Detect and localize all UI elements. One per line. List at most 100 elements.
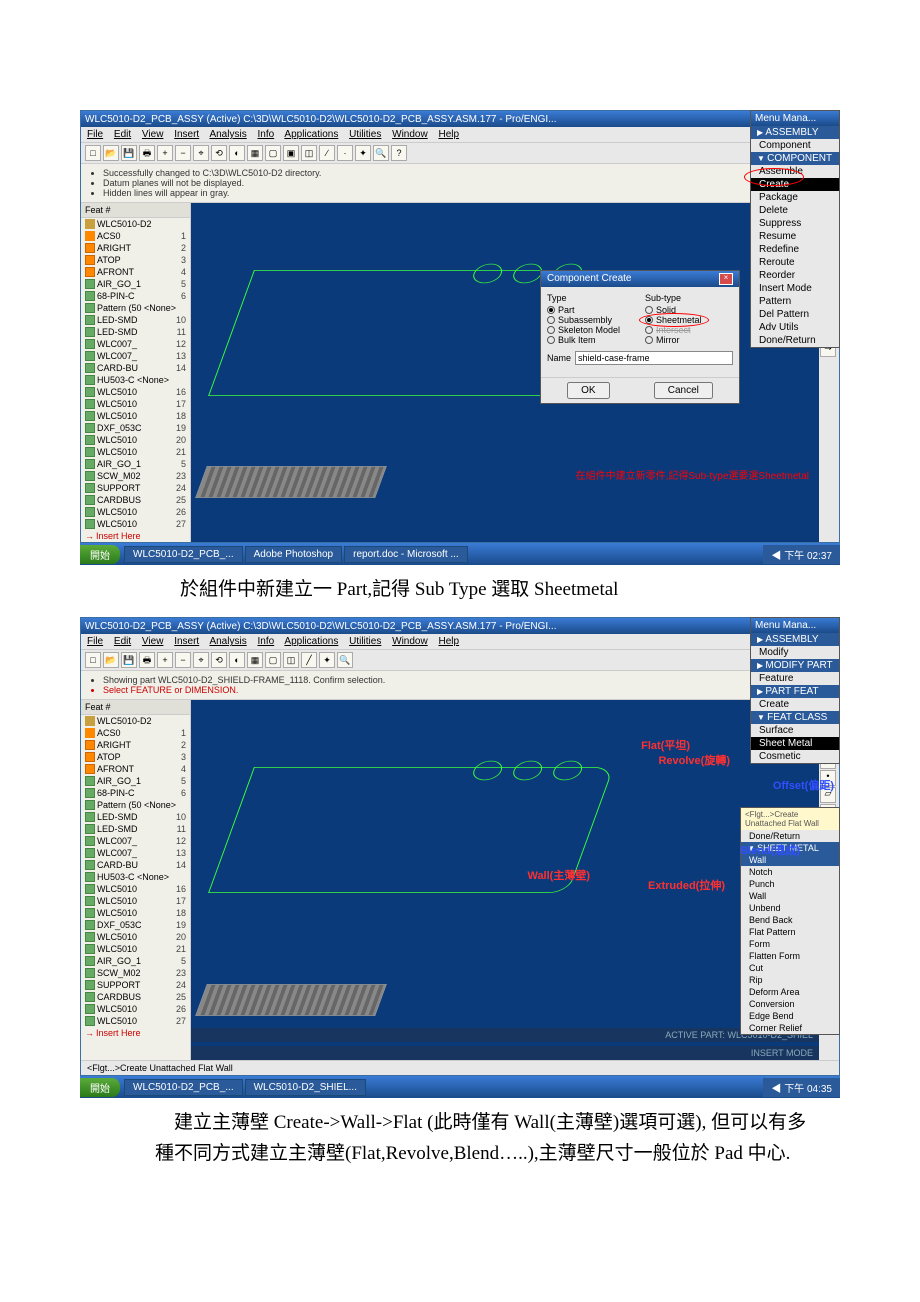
- tree-item[interactable]: WLC007_13: [81, 350, 190, 362]
- menu-edit[interactable]: Edit: [114, 636, 131, 647]
- graphics-window[interactable]: ACTIVE PART: WLC5010-D2_SHIEL INSERT MOD…: [191, 700, 819, 1060]
- radio-skeleton[interactable]: Skeleton Model: [547, 325, 635, 335]
- wireframe-icon[interactable]: ▦: [247, 145, 263, 161]
- menu-analysis[interactable]: Analysis: [209, 129, 246, 140]
- save-icon[interactable]: 💾: [121, 145, 137, 161]
- model-tree[interactable]: Feat # WLC5010-D2ACS01ARIGHT2ATOP3AFRONT…: [81, 203, 191, 542]
- datum-pt-icon[interactable]: ·: [337, 145, 353, 161]
- new-icon[interactable]: □: [85, 145, 101, 161]
- menu-window[interactable]: Window: [392, 129, 428, 140]
- menu-item[interactable]: Conversion: [741, 998, 839, 1010]
- tree-item[interactable]: DXF_053C19: [81, 919, 190, 931]
- task-item[interactable]: WLC5010-D2_PCB_...: [124, 1079, 243, 1096]
- menu-analysis[interactable]: Analysis: [209, 636, 246, 647]
- nohidden-icon[interactable]: ▣: [283, 145, 299, 161]
- ok-button[interactable]: OK: [567, 382, 609, 399]
- menu-help[interactable]: Help: [438, 636, 459, 647]
- search-icon[interactable]: 🔍: [373, 145, 389, 161]
- tree-item[interactable]: Pattern (50 <None>: [81, 302, 190, 314]
- menu-edit[interactable]: Edit: [114, 129, 131, 140]
- datum-plane-icon[interactable]: ◫: [283, 652, 299, 668]
- tree-item[interactable]: AIR_GO_15: [81, 775, 190, 787]
- tree-item[interactable]: SCW_M0223: [81, 967, 190, 979]
- tree-item[interactable]: SUPPORT24: [81, 979, 190, 991]
- menu-view[interactable]: View: [142, 636, 164, 647]
- menu-item[interactable]: Flat Pattern: [741, 926, 839, 938]
- datum-axis-icon[interactable]: ∕: [319, 145, 335, 161]
- cancel-button[interactable]: Cancel: [654, 382, 713, 399]
- zoom-out-icon[interactable]: −: [175, 145, 191, 161]
- tree-item[interactable]: LED-SMD11: [81, 823, 190, 835]
- tree-item[interactable]: DXF_053C19: [81, 422, 190, 434]
- tree-item[interactable]: WLC501027: [81, 1015, 190, 1027]
- print-icon[interactable]: 🖶: [139, 652, 155, 668]
- menu-item-cosmetic[interactable]: Cosmetic: [751, 750, 839, 763]
- menu-applications[interactable]: Applications: [284, 129, 338, 140]
- tree-item[interactable]: WLC501020: [81, 931, 190, 943]
- radio-intersect[interactable]: Intersect: [645, 325, 733, 335]
- tree-item[interactable]: CARDBUS25: [81, 991, 190, 1003]
- menu-item[interactable]: Flatten Form: [741, 950, 839, 962]
- menu-item[interactable]: Wall: [741, 890, 839, 902]
- radio-sheetmetal[interactable]: Sheetmetal: [645, 315, 733, 325]
- menu-item[interactable]: Punch: [741, 878, 839, 890]
- tree-item[interactable]: 68-PIN-C6: [81, 290, 190, 302]
- radio-part[interactable]: Part: [547, 305, 635, 315]
- tree-item[interactable]: WLC501016: [81, 386, 190, 398]
- menu-sec[interactable]: ASSEMBLY: [751, 633, 839, 646]
- tree-item[interactable]: ARIGHT2: [81, 242, 190, 254]
- zoom-out-icon[interactable]: −: [175, 652, 191, 668]
- tree-item[interactable]: AIR_GO_15: [81, 955, 190, 967]
- tree-item[interactable]: WLC007_12: [81, 338, 190, 350]
- refit-icon[interactable]: ⟲: [211, 652, 227, 668]
- tree-item[interactable]: AFRONT4: [81, 763, 190, 775]
- menu-file[interactable]: File: [87, 636, 103, 647]
- flat-wall-icon[interactable]: ▱: [820, 787, 836, 803]
- menu-item[interactable]: Edge Bend: [741, 1010, 839, 1022]
- menu-item[interactable]: Package: [751, 191, 839, 204]
- hidden-icon[interactable]: ▢: [265, 145, 281, 161]
- menu-window[interactable]: Window: [392, 636, 428, 647]
- menu-item[interactable]: Modify: [751, 646, 839, 659]
- menu-item[interactable]: Create: [751, 178, 839, 191]
- menu-item[interactable]: Assemble: [751, 165, 839, 178]
- menu-item[interactable]: Wall: [741, 854, 839, 866]
- tree-item[interactable]: AIR_GO_15: [81, 278, 190, 290]
- tree-item[interactable]: LED-SMD11: [81, 326, 190, 338]
- menu-item[interactable]: Insert Mode: [751, 282, 839, 295]
- tree-item[interactable]: SUPPORT24: [81, 482, 190, 494]
- task-item[interactable]: report.doc - Microsoft ...: [344, 546, 468, 563]
- menu-item[interactable]: Form: [741, 938, 839, 950]
- tree-item[interactable]: AIR_GO_15: [81, 458, 190, 470]
- task-item[interactable]: Adobe Photoshop: [245, 546, 343, 563]
- menu-sec-component[interactable]: COMPONENT: [751, 152, 839, 165]
- zoom-fit-icon[interactable]: ⌖: [193, 652, 209, 668]
- menu-item[interactable]: Bend Back: [741, 914, 839, 926]
- name-input[interactable]: [575, 351, 733, 365]
- menu-item-done[interactable]: Done/Return: [741, 830, 839, 842]
- menu-sec-featclass[interactable]: FEAT CLASS: [751, 711, 839, 724]
- tree-item[interactable]: LED-SMD10: [81, 314, 190, 326]
- model-tree[interactable]: Feat # WLC5010-D2ACS01ARIGHT2ATOP3AFRONT…: [81, 700, 191, 1060]
- menu-item[interactable]: Corner Relief: [741, 1022, 839, 1034]
- menu-item[interactable]: Notch: [741, 866, 839, 878]
- wireframe-icon[interactable]: ▦: [247, 652, 263, 668]
- menu-item[interactable]: Adv Utils: [751, 321, 839, 334]
- menu-item[interactable]: Rip: [741, 974, 839, 986]
- radio-subassembly[interactable]: Subassembly: [547, 315, 635, 325]
- tree-item[interactable]: HU503-C <None>: [81, 374, 190, 386]
- insert-here[interactable]: → Insert Here: [81, 530, 190, 542]
- menu-help[interactable]: Help: [438, 129, 459, 140]
- refit-icon[interactable]: ⟲: [211, 145, 227, 161]
- menu-item[interactable]: Deform Area: [741, 986, 839, 998]
- task-item[interactable]: WLC5010-D2_PCB_...: [124, 546, 243, 563]
- menu-item-sheetmetal[interactable]: Sheet Metal: [751, 737, 839, 750]
- dialog-close-icon[interactable]: ×: [719, 273, 733, 285]
- menu-sec-assembly[interactable]: ASSEMBLY: [751, 126, 839, 139]
- tree-item[interactable]: WLC501021: [81, 446, 190, 458]
- datum-axis-icon[interactable]: ╱: [301, 652, 317, 668]
- tree-item[interactable]: ATOP3: [81, 751, 190, 763]
- menu-sec[interactable]: MODIFY PART: [751, 659, 839, 672]
- menu-item[interactable]: Redefine: [751, 243, 839, 256]
- tree-item[interactable]: WLC501026: [81, 506, 190, 518]
